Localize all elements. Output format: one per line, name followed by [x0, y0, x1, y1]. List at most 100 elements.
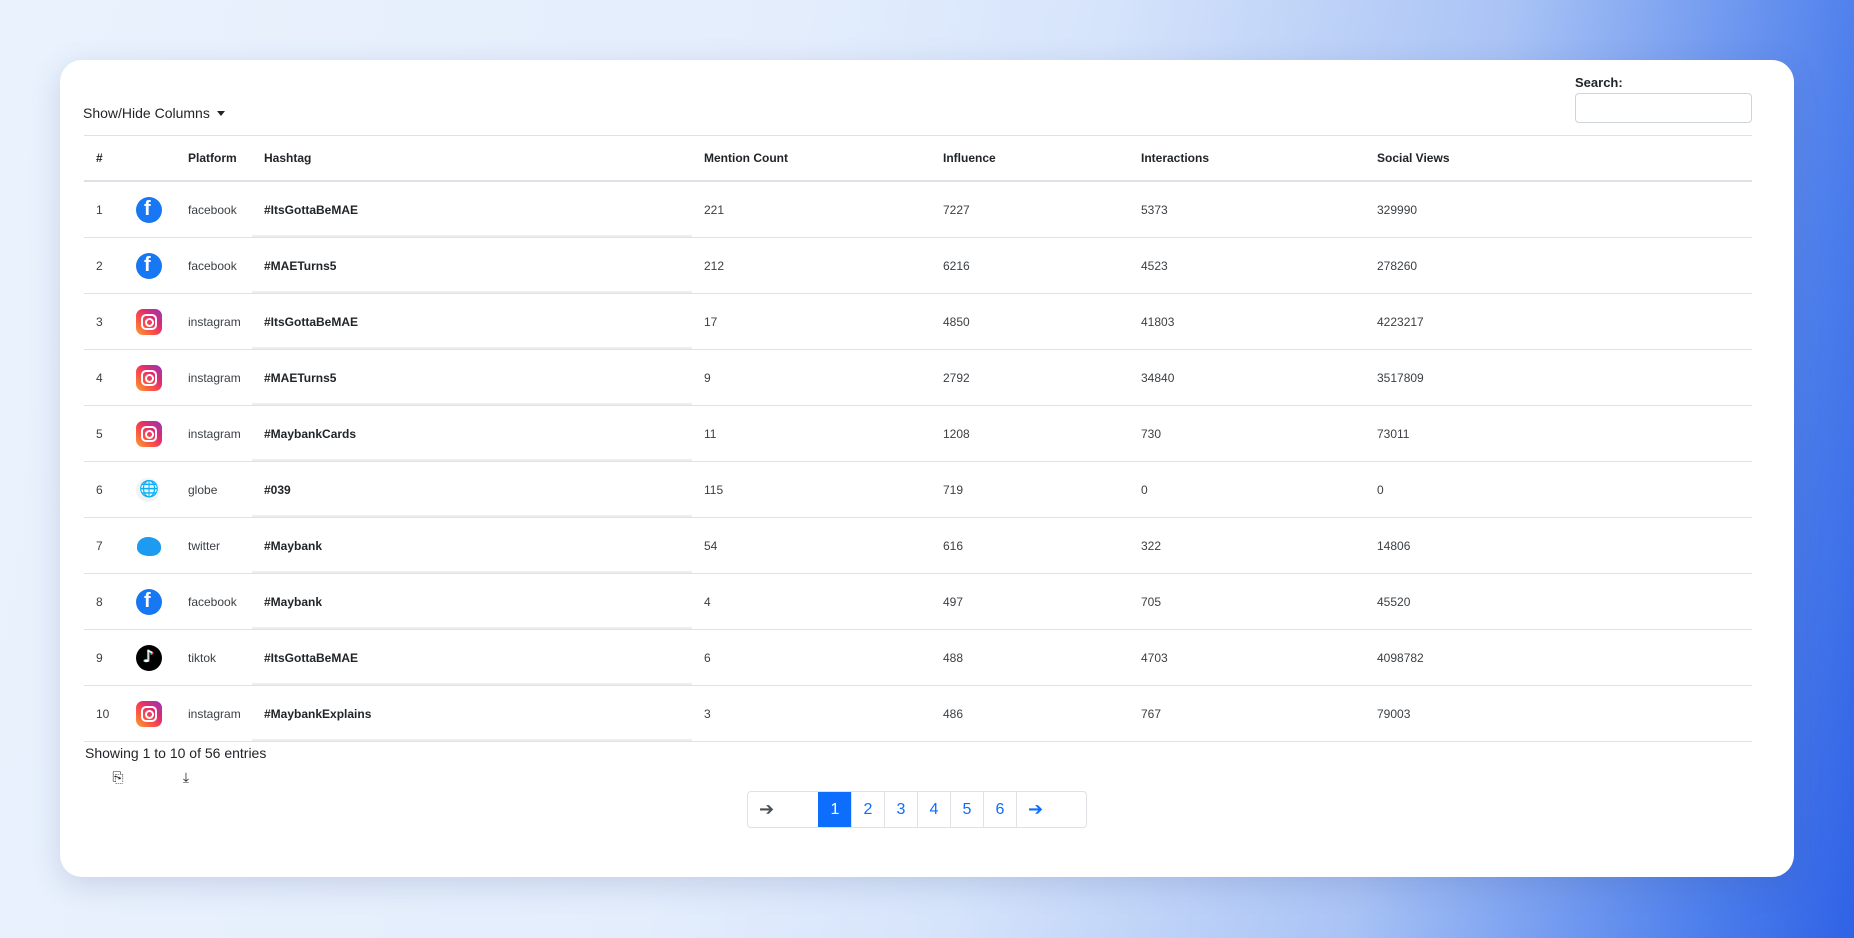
influence-cell: 7227: [931, 181, 1129, 238]
influence-cell: 488: [931, 629, 1129, 686]
platform-icon-cell: [124, 237, 176, 294]
social-views-cell: 4098782: [1365, 629, 1752, 686]
platform-cell: instagram: [176, 349, 252, 406]
influence-cell: 4850: [931, 293, 1129, 350]
row-index: 10: [84, 685, 124, 742]
page-1-button[interactable]: 1: [818, 792, 851, 827]
table-row[interactable]: 8 facebook#Maybank449770545520: [84, 573, 1752, 630]
interactions-cell: 4703: [1129, 629, 1365, 686]
platform-cell: twitter: [176, 517, 252, 574]
hashtag-table: # Platform Hashtag Mention Count Influen…: [84, 135, 1752, 742]
table-row[interactable]: 5 instagram #MaybankCards 11 1208 730 73011: [84, 405, 1752, 462]
social-views-cell: 278260: [1365, 237, 1752, 294]
table-row[interactable]: 1 facebook#ItsGottaBeMAE22172275373329990: [84, 181, 1752, 238]
table-row[interactable]: 10 instagram #MaybankExplains 3 486 767 79003: [84, 685, 1752, 742]
platform-icon-cell: [124, 181, 176, 238]
interactions-cell: 767: [1129, 685, 1365, 742]
platform-cell: instagram: [176, 293, 252, 350]
mention-count-cell: 6: [692, 629, 931, 686]
interactions-cell: 5373: [1129, 181, 1365, 238]
influence-cell: 1208: [931, 405, 1129, 462]
page-3-button[interactable]: 3: [884, 792, 917, 827]
hashtag-cell: #Maybank: [252, 517, 692, 574]
row-index: 3: [84, 293, 124, 350]
influence-cell: 6216: [931, 237, 1129, 294]
caret-down-icon: [216, 111, 225, 116]
mention-count-cell: 17: [692, 293, 931, 350]
social-views-cell: 329990: [1365, 181, 1752, 238]
hashtag-cell: #MAETurns5: [252, 237, 692, 294]
table-row[interactable]: 6globe#03911571900: [84, 461, 1752, 518]
arrow-left-icon: ➔: [759, 799, 775, 819]
search-box: Search:: [1575, 75, 1752, 123]
social-views-cell: 14806: [1365, 517, 1752, 574]
col-header-icon: [124, 135, 176, 182]
entries-info: Showing 1 to 10 of 56 entries: [85, 745, 267, 761]
mention-count-cell: 11: [692, 405, 931, 462]
table-row[interactable]: 3 instagram #ItsGottaBeMAE 17 4850 41803 42232…: [84, 293, 1752, 350]
table-row[interactable]: 7 twitter #Maybank 54 616 322 14806: [84, 517, 1752, 574]
pagination: ➔ 123456 ➔: [747, 791, 1087, 828]
influence-cell: 486: [931, 685, 1129, 742]
col-header-interactions[interactable]: Interactions: [1129, 135, 1365, 182]
facebook-icon: [136, 252, 162, 279]
col-header-social-views[interactable]: Social Views: [1365, 135, 1752, 182]
row-index: 4: [84, 349, 124, 406]
platform-cell: tiktok: [176, 629, 252, 686]
hashtag-cell: #ItsGottaBeMAE: [252, 293, 692, 350]
col-header-hashtag[interactable]: Hashtag: [252, 135, 692, 182]
social-views-cell: 79003: [1365, 685, 1752, 742]
platform-icon-cell: [124, 405, 176, 462]
platform-icon-cell: [124, 685, 176, 742]
platform-cell: instagram: [176, 685, 252, 742]
mention-count-cell: 9: [692, 349, 931, 406]
table-body: 1facebook#ItsGottaBeMAE22172275373329990…: [84, 181, 1752, 742]
hashtag-cell: #039: [252, 461, 692, 518]
page-4-button[interactable]: 4: [917, 792, 950, 827]
col-header-influence[interactable]: Influence: [931, 135, 1129, 182]
mention-count-cell: 115: [692, 461, 931, 518]
platform-icon-cell: [124, 349, 176, 406]
platform-cell: facebook: [176, 181, 252, 238]
hashtag-cell: #Maybank: [252, 573, 692, 630]
search-input[interactable]: [1575, 93, 1752, 123]
table-row[interactable]: 2 facebook#MAETurns521262164523278260: [84, 237, 1752, 294]
influence-cell: 719: [931, 461, 1129, 518]
social-views-cell: 4223217: [1365, 293, 1752, 350]
col-header-mention-count[interactable]: Mention Count: [692, 135, 931, 182]
next-page-button[interactable]: ➔: [1016, 792, 1086, 827]
arrow-right-icon: ➔: [1028, 799, 1044, 819]
col-header-index[interactable]: #: [84, 135, 124, 182]
show-hide-columns-label: Show/Hide Columns: [83, 105, 210, 121]
download-icon[interactable]: ⤓: [178, 770, 194, 786]
platform-icon-cell: [124, 517, 176, 574]
platform-cell: globe: [176, 461, 252, 518]
instagram-icon: [136, 420, 162, 447]
copy-icon[interactable]: ⎘: [110, 770, 126, 786]
show-hide-columns-dropdown[interactable]: Show/Hide Columns: [83, 105, 225, 121]
influence-cell: 2792: [931, 349, 1129, 406]
page-2-button[interactable]: 2: [851, 792, 884, 827]
interactions-cell: 322: [1129, 517, 1365, 574]
social-views-cell: 0: [1365, 461, 1752, 518]
previous-page-button[interactable]: ➔: [748, 792, 818, 827]
mention-count-cell: 221: [692, 181, 931, 238]
table-header-row: # Platform Hashtag Mention Count Influen…: [84, 135, 1752, 182]
row-index: 5: [84, 405, 124, 462]
row-index: 7: [84, 517, 124, 574]
interactions-cell: 4523: [1129, 237, 1365, 294]
influence-cell: 497: [931, 573, 1129, 630]
platform-cell: facebook: [176, 237, 252, 294]
interactions-cell: 730: [1129, 405, 1365, 462]
table-row[interactable]: 9 tiktok#ItsGottaBeMAE648847034098782: [84, 629, 1752, 686]
hashtag-cell: #ItsGottaBeMAE: [252, 629, 692, 686]
interactions-cell: 34840: [1129, 349, 1365, 406]
platform-icon-cell: [124, 293, 176, 350]
page-5-button[interactable]: 5: [950, 792, 983, 827]
tiktok-icon: [136, 644, 162, 671]
row-index: 1: [84, 181, 124, 238]
col-header-platform[interactable]: Platform: [176, 135, 252, 182]
social-views-cell: 73011: [1365, 405, 1752, 462]
page-6-button[interactable]: 6: [983, 792, 1016, 827]
table-row[interactable]: 4 instagram #MAETurns5 9 2792 34840 3517809: [84, 349, 1752, 406]
